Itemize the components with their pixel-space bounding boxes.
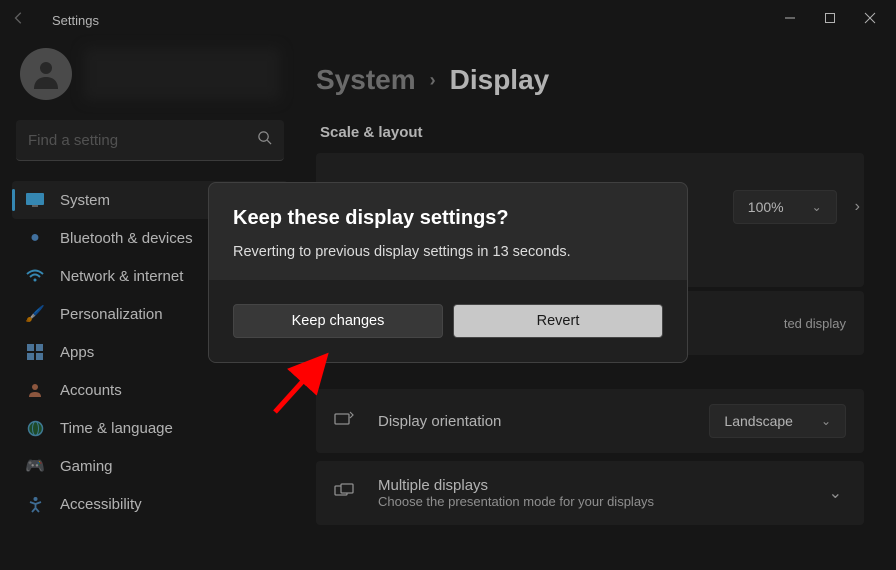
confirm-dialog: Keep these display settings? Reverting t…	[208, 182, 688, 363]
dialog-overlay: Keep these display settings? Reverting t…	[0, 0, 896, 570]
dialog-message: Reverting to previous display settings i…	[233, 244, 663, 260]
dialog-title: Keep these display settings?	[233, 207, 663, 230]
keep-changes-button[interactable]: Keep changes	[233, 304, 443, 338]
revert-button[interactable]: Revert	[453, 304, 663, 338]
